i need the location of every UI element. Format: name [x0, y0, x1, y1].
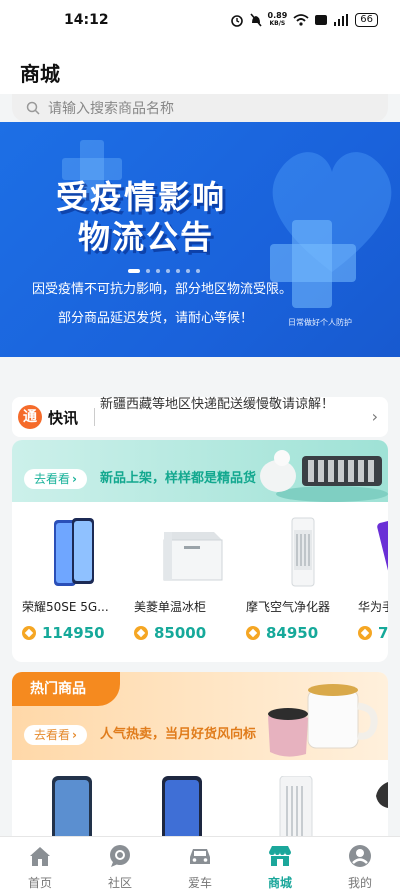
product-name: 荣耀50SE 5G...: [22, 600, 109, 614]
chat-bubble-icon: [110, 845, 130, 867]
new-products-list: 荣耀50SE 5G... 114950 美菱单温冰柜 85000 摩飞空气净化器…: [12, 510, 388, 660]
banner-tag: 日常做好个人防护: [288, 318, 352, 327]
alarm-icon: [230, 15, 243, 27]
coin-icon: [134, 626, 148, 640]
product-name: 美菱单温冰柜: [134, 600, 207, 614]
smartphone-icon: [54, 518, 94, 586]
product-card[interactable]: 摩飞空气净化器 84950: [246, 510, 358, 660]
coin-icon: [246, 626, 260, 640]
search-placeholder: 请输入搜索商品名称: [48, 101, 174, 117]
carousel-dot[interactable]: [186, 269, 190, 273]
news-badge: 通: [18, 405, 42, 429]
view-new-products-button[interactable]: 去看看 ›: [24, 469, 87, 489]
tab-profile[interactable]: 我的: [320, 845, 400, 891]
air-purifier-icon: [291, 517, 315, 587]
carousel-dot[interactable]: [196, 269, 200, 273]
product-promo-illustration: [260, 450, 388, 502]
chest-freezer-icon: [163, 532, 223, 581]
product-name: 华为手: [358, 600, 388, 614]
car-icon: [190, 849, 210, 864]
hot-products-tab: 热门商品: [12, 672, 120, 706]
announcement-banner[interactable]: 受疫情影响 物流公告 因受疫情不可抗力影响，部分地区物流受限。 部分商品延迟发货…: [0, 122, 400, 357]
hd-icon: [315, 15, 328, 25]
coin-icon: [22, 626, 36, 640]
mug-illustration: [268, 684, 378, 757]
carousel-dot[interactable]: [128, 269, 140, 273]
network-speed: 0.89 KB/S: [267, 11, 288, 28]
page-title: 商城: [20, 62, 60, 86]
carousel-dot[interactable]: [166, 269, 170, 273]
new-products-slogan: 新品上架，样样都是精品货: [100, 471, 257, 486]
coin-icon: [358, 626, 372, 640]
banner-text-1: 因受疫情不可抗力影响，部分地区物流受限。: [32, 282, 293, 297]
signal-icon: [334, 14, 349, 26]
status-time: 14:12: [64, 12, 109, 28]
search-input[interactable]: 请输入搜索商品名称: [12, 94, 388, 122]
product-price: 85000: [134, 624, 206, 642]
view-hot-products-button[interactable]: 去看看 ›: [24, 725, 87, 745]
banner-text-2: 部分商品延迟发货，请耐心等候！: [58, 311, 254, 326]
divider: [94, 408, 95, 426]
product-thumbnail-partial: [376, 782, 388, 808]
product-price: 114950: [22, 624, 105, 642]
banner-title: 受疫情影响 物流公告: [56, 178, 227, 256]
tab-store[interactable]: 商城: [240, 845, 320, 891]
title-bar: 商城: [0, 42, 400, 94]
tab-car[interactable]: 爱车: [160, 845, 240, 891]
product-price: 84950: [246, 624, 318, 642]
wifi-icon: [293, 14, 309, 26]
news-label: 快讯: [48, 409, 79, 427]
status-bar: 14:12 0.89 KB/S 66: [0, 0, 400, 42]
home-icon: [30, 847, 50, 866]
mute-icon: [249, 13, 262, 27]
product-price: 7: [358, 624, 388, 642]
chevron-right-icon: ›: [371, 407, 378, 426]
hot-products-slogan: 人气热卖，当月好货风向标: [100, 727, 257, 742]
carousel-dot[interactable]: [146, 269, 150, 273]
new-products-header[interactable]: 去看看 › 新品上架，样样都是精品货: [12, 440, 388, 502]
user-icon: [349, 845, 371, 867]
new-products-section: 去看看 › 新品上架，样样都是精品货 荣耀50SE 5G... 114950 美…: [12, 440, 388, 662]
product-card[interactable]: 华为手 7: [358, 510, 388, 660]
carousel-indicator: [128, 269, 200, 273]
hot-products-header[interactable]: 热门商品 去看看 › 人气热卖，当月好货风向标: [12, 672, 388, 760]
product-card[interactable]: 美菱单温冰柜 85000: [134, 510, 246, 660]
bottom-tab-bar: 首页 社区 爱车 商城 我的: [0, 836, 400, 893]
search-icon: [26, 101, 40, 115]
smartphone-icon: [377, 518, 388, 588]
carousel-dot[interactable]: [176, 269, 180, 273]
battery-icon: 66: [355, 13, 378, 27]
store-icon: [269, 846, 291, 866]
status-icons: 0.89 KB/S 66: [230, 12, 378, 28]
product-card[interactable]: 荣耀50SE 5G... 114950: [22, 510, 134, 660]
tab-community[interactable]: 社区: [80, 845, 160, 891]
news-text: 新疆西藏等地区快递配送缓慢敬请谅解！: [100, 397, 335, 412]
news-ticker[interactable]: 通 快讯 新疆西藏等地区快递配送缓慢敬请谅解！ ›: [12, 397, 388, 437]
product-name: 摩飞空气净化器: [246, 600, 331, 614]
carousel-dot[interactable]: [156, 269, 160, 273]
tab-home[interactable]: 首页: [0, 845, 80, 891]
